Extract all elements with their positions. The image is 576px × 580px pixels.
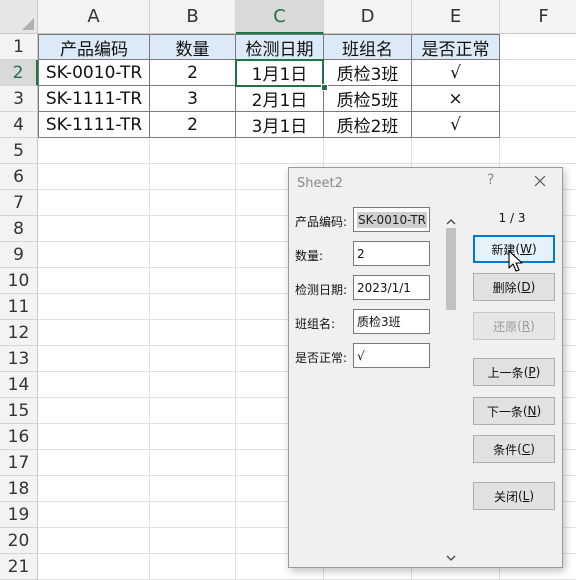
product-code-input[interactable]: SK-0010-TR	[353, 207, 430, 232]
new-button-label: 新建	[491, 242, 516, 257]
row-header-5[interactable]: 5	[0, 138, 38, 164]
row-header-14[interactable]: 14	[0, 372, 38, 398]
cell-e2[interactable]: √	[412, 60, 500, 86]
team-name-input[interactable]: 质检3班	[353, 309, 430, 334]
quantity-input[interactable]: 2	[353, 241, 430, 266]
cell-b3[interactable]: 3	[150, 86, 236, 112]
close-button-key: L	[522, 489, 530, 503]
inspection-date-value: 2023/1/1	[357, 280, 411, 295]
cell-c4[interactable]: 3月1日	[236, 112, 324, 138]
previous-record-label: 上一条	[487, 365, 524, 380]
cell-e3[interactable]: ×	[412, 86, 500, 112]
cell-c1[interactable]: 检测日期	[236, 34, 324, 60]
select-all-triangle-icon	[22, 18, 34, 30]
delete-button-label: 删除	[492, 280, 517, 295]
row-header-13[interactable]: 13	[0, 346, 38, 372]
previous-record-button[interactable]: 上一条(P)	[473, 358, 555, 386]
row-header-11[interactable]: 11	[0, 294, 38, 320]
record-scrollbar[interactable]	[443, 208, 459, 561]
cell-c2[interactable]: 1月1日	[236, 60, 324, 86]
restore-button-label: 还原	[493, 319, 518, 334]
criteria-button-label: 条件	[493, 442, 518, 457]
chevron-up-icon[interactable]	[446, 212, 456, 225]
cell-a4[interactable]: SK-1111-TR	[38, 112, 150, 138]
cell-b1[interactable]: 数量	[150, 34, 236, 60]
is-normal-input[interactable]: √	[353, 343, 430, 368]
column-header-d[interactable]: D	[324, 0, 412, 34]
column-header-a[interactable]: A	[38, 0, 150, 34]
row-header-4[interactable]: 4	[0, 112, 38, 138]
row-header-9[interactable]: 9	[0, 242, 38, 268]
cell-b2[interactable]: 2	[150, 60, 236, 86]
row-header-17[interactable]: 17	[0, 450, 38, 476]
cell-d3[interactable]: 质检5班	[324, 86, 412, 112]
row-header-21[interactable]: 21	[0, 554, 38, 580]
next-record-key: N	[527, 404, 537, 418]
field-label-is-normal: 是否正常:	[295, 351, 348, 365]
next-record-label: 下一条	[486, 404, 523, 419]
is-normal-value: √	[357, 348, 365, 363]
delete-button[interactable]: 删除(D)	[473, 273, 555, 301]
gridline	[38, 163, 576, 164]
record-counter: 1 / 3	[498, 211, 526, 225]
dialog-title: Sheet2	[297, 176, 343, 191]
help-button[interactable]: ?	[487, 172, 494, 188]
restore-button-key: R	[521, 319, 531, 333]
next-record-button[interactable]: 下一条(N)	[473, 397, 555, 425]
field-label-inspection-date: 检测日期:	[295, 283, 348, 297]
quantity-value: 2	[357, 246, 365, 261]
delete-button-key: D	[521, 280, 531, 294]
row-header-18[interactable]: 18	[0, 476, 38, 502]
new-button-key: W	[520, 242, 532, 256]
field-label-quantity: 数量:	[295, 249, 324, 263]
column-header-e[interactable]: E	[412, 0, 500, 34]
row-header-1[interactable]: 1	[0, 34, 38, 60]
row-header-10[interactable]: 10	[0, 268, 38, 294]
column-header-b[interactable]: B	[150, 0, 236, 34]
product-code-value: SK-0010-TR	[357, 211, 427, 228]
row-header-8[interactable]: 8	[0, 216, 38, 242]
cell-a2[interactable]: SK-0010-TR	[38, 60, 150, 86]
close-button[interactable]: 关闭(L)	[473, 482, 555, 510]
cell-d4[interactable]: 质检2班	[324, 112, 412, 138]
restore-button[interactable]: 还原(R)	[473, 312, 555, 340]
row-header-15[interactable]: 15	[0, 398, 38, 424]
new-button[interactable]: 新建(W)	[473, 235, 555, 263]
field-label-team-name: 班组名:	[295, 317, 336, 331]
row-header-16[interactable]: 16	[0, 424, 38, 450]
chevron-down-icon[interactable]	[446, 548, 456, 561]
close-button-label: 关闭	[493, 489, 518, 504]
row-header-3[interactable]: 3	[0, 86, 38, 112]
cell-e4[interactable]: √	[412, 112, 500, 138]
cell-a1[interactable]: 产品编码	[38, 34, 150, 60]
scrollbar-thumb[interactable]	[446, 228, 456, 310]
criteria-button-key: C	[521, 442, 531, 456]
data-form-dialog: Sheet2 ? 产品编码: SK-0010-TR 数量: 2 检测日期: 20…	[288, 167, 563, 568]
column-header-c[interactable]: C	[236, 0, 324, 34]
criteria-button[interactable]: 条件(C)	[473, 435, 555, 463]
cell-d2[interactable]: 质检3班	[324, 60, 412, 86]
cell-d1[interactable]: 班组名	[324, 34, 412, 60]
close-icon[interactable]	[529, 171, 551, 191]
previous-record-key: P	[528, 365, 536, 379]
field-label-product-code: 产品编码:	[295, 215, 348, 229]
row-header-7[interactable]: 7	[0, 190, 38, 216]
row-header-2[interactable]: 2	[0, 60, 38, 86]
team-name-value: 质检3班	[357, 315, 401, 329]
row-header-20[interactable]: 20	[0, 528, 38, 554]
column-header-f[interactable]: F	[500, 0, 576, 34]
row-header-6[interactable]: 6	[0, 164, 38, 190]
cell-e1[interactable]: 是否正常	[412, 34, 500, 60]
row-header-12[interactable]: 12	[0, 320, 38, 346]
row-header-19[interactable]: 19	[0, 502, 38, 528]
inspection-date-input[interactable]: 2023/1/1	[353, 275, 430, 300]
cell-b4[interactable]: 2	[150, 112, 236, 138]
fill-handle[interactable]	[321, 84, 328, 91]
cell-c3[interactable]: 2月1日	[236, 86, 324, 112]
select-all-corner[interactable]	[0, 0, 38, 34]
cell-a3[interactable]: SK-1111-TR	[38, 86, 150, 112]
